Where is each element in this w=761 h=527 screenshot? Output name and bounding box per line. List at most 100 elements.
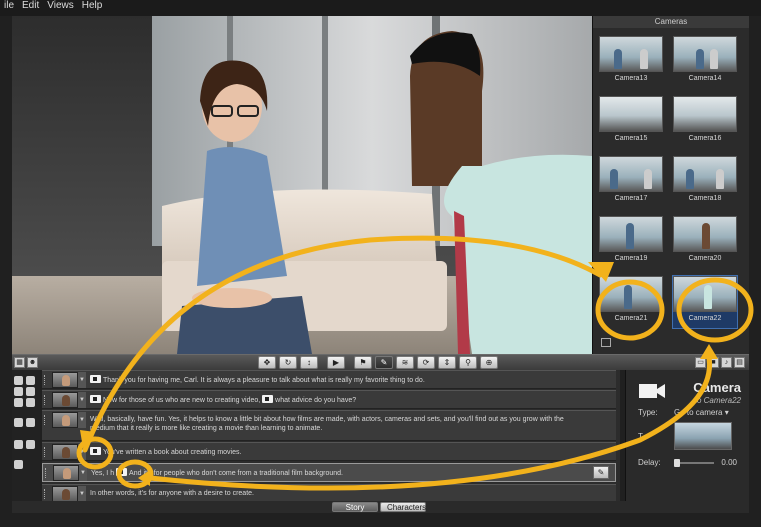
- drag-handle[interactable]: [44, 447, 47, 457]
- camera-insert-icon[interactable]: [26, 418, 35, 427]
- line-text[interactable]: Now for those of us who are new to creat…: [90, 395, 586, 405]
- story-line[interactable]: ▼ You've written a book about creating m…: [42, 442, 616, 461]
- camera-chip-icon[interactable]: [90, 447, 101, 455]
- story-line-selected[interactable]: ▼ Yes, I h And it's for people who don't…: [42, 463, 616, 482]
- pose-icon[interactable]: [26, 398, 35, 407]
- delay-slider-handle[interactable]: [674, 459, 680, 467]
- menu-edit[interactable]: Edit: [22, 0, 39, 12]
- story-line[interactable]: ▼ Thank you for having me, Carl. It is a…: [42, 370, 616, 389]
- camera-tile-13[interactable]: Camera13: [599, 36, 663, 88]
- characters-view-icon[interactable]: ☻: [27, 357, 38, 368]
- drag-handle[interactable]: [44, 415, 47, 425]
- camera-thumbnail: [599, 96, 663, 132]
- avatar[interactable]: [52, 412, 78, 428]
- play-icon[interactable]: ▶: [327, 356, 345, 369]
- camera-label: Camera13: [614, 75, 648, 82]
- pose-tool-icon[interactable]: ✎: [375, 356, 393, 369]
- edit-pencil-icon[interactable]: ✎: [593, 466, 609, 479]
- properties-title: Camera: [693, 380, 741, 395]
- walk-tool-icon[interactable]: ⚑: [354, 356, 372, 369]
- chevron-down-icon[interactable]: ▼: [78, 412, 86, 428]
- type-select-value: Go to camera: [674, 408, 723, 417]
- camera-chip-icon[interactable]: [90, 395, 101, 403]
- drag-handle[interactable]: [44, 395, 47, 405]
- gesture-icon[interactable]: [26, 376, 35, 385]
- move-tool-icon[interactable]: ✥: [258, 356, 276, 369]
- film-icon[interactable]: ▤: [734, 357, 745, 368]
- layout-icon[interactable]: ▭: [695, 357, 706, 368]
- delay-slider[interactable]: [674, 459, 714, 467]
- drag-handle[interactable]: [44, 489, 47, 499]
- broadcast-tool-icon[interactable]: ≋: [396, 356, 414, 369]
- camera-thumbnail: [673, 276, 737, 312]
- line-text[interactable]: In other words, it's for anyone with a d…: [90, 489, 586, 498]
- avatar[interactable]: [52, 372, 78, 388]
- chevron-down-icon[interactable]: ▼: [78, 372, 86, 388]
- camera-tile-17[interactable]: Camera17: [599, 156, 663, 208]
- camera-tile-15[interactable]: Camera15: [599, 96, 663, 148]
- camera-chip-icon[interactable]: [90, 375, 101, 383]
- camera-tile-21[interactable]: Camera21: [599, 276, 663, 328]
- menu-bar: ile Edit Views Help: [0, 0, 761, 16]
- chevron-down-icon[interactable]: ▼: [78, 392, 86, 408]
- menu-file[interactable]: ile: [4, 0, 14, 12]
- camera-chip-icon[interactable]: [116, 468, 128, 476]
- type-label: Type:: [638, 408, 658, 417]
- look-icon[interactable]: [14, 398, 23, 407]
- story-line[interactable]: ▼ Now for those of us who are new to cre…: [42, 390, 616, 409]
- face-icon[interactable]: [14, 387, 23, 396]
- camera-thumbnail: [673, 96, 737, 132]
- camera-tile-22[interactable]: Camera22: [672, 275, 738, 329]
- panel-menu-icon[interactable]: [601, 338, 611, 347]
- drag-handle[interactable]: [44, 375, 47, 385]
- zoom-tool-icon[interactable]: ⚲: [459, 356, 477, 369]
- line-text[interactable]: Well, basically, have fun. Yes, it helps…: [90, 415, 586, 433]
- delay-value: 0.00: [721, 458, 737, 467]
- dolly-tool-icon[interactable]: ⇕: [438, 356, 456, 369]
- line-text[interactable]: Yes, I h And it's for people who don't c…: [91, 468, 585, 478]
- scene-viewport[interactable]: [12, 16, 592, 354]
- zoom-fit-icon[interactable]: ⊕: [480, 356, 498, 369]
- camera-chip-icon[interactable]: [262, 395, 274, 403]
- target-camera-thumbnail[interactable]: [674, 422, 732, 450]
- tab-characters[interactable]: Characters: [380, 502, 426, 512]
- avatar[interactable]: [52, 392, 78, 408]
- avatar[interactable]: [52, 444, 78, 460]
- chevron-down-icon[interactable]: ▼: [79, 465, 87, 481]
- camera-thumbnail: [599, 216, 663, 252]
- avatar[interactable]: [52, 486, 78, 501]
- sound-icon[interactable]: [26, 440, 35, 449]
- rotate-tool-icon[interactable]: ↻: [279, 356, 297, 369]
- camera-tile-19[interactable]: Camera19: [599, 216, 663, 268]
- tab-story[interactable]: Story: [332, 502, 378, 512]
- line-text[interactable]: You've written a book about creating mov…: [90, 447, 586, 457]
- orbit-tool-icon[interactable]: ⟳: [417, 356, 435, 369]
- pause-icon[interactable]: [14, 460, 23, 469]
- camera-tile-16[interactable]: Camera16: [673, 96, 737, 148]
- camera-view-icon[interactable]: ■: [708, 357, 719, 368]
- camera-tile-20[interactable]: Camera20: [673, 216, 737, 268]
- chevron-down-icon[interactable]: ▼: [78, 444, 86, 460]
- camera-label: Camera22: [688, 315, 722, 322]
- drag-handle[interactable]: [45, 468, 48, 478]
- menu-help[interactable]: Help: [82, 0, 103, 12]
- camera-label: Camera20: [688, 255, 722, 262]
- story-line[interactable]: ▼ In other words, it's for anyone with a…: [42, 484, 616, 501]
- video-icon[interactable]: [14, 418, 23, 427]
- story-insert-palette: [12, 370, 40, 501]
- height-tool-icon[interactable]: ↕: [300, 356, 318, 369]
- line-text[interactable]: Thank you for having me, Carl. It is alw…: [90, 375, 586, 385]
- avatar[interactable]: [53, 465, 79, 481]
- music-icon[interactable]: [14, 440, 23, 449]
- smile-icon[interactable]: [14, 376, 23, 385]
- audio-icon[interactable]: ♪: [721, 357, 732, 368]
- camera-tile-18[interactable]: Camera18: [673, 156, 737, 208]
- camera-label: Camera21: [614, 315, 648, 322]
- grid-view-icon[interactable]: ▦: [14, 357, 25, 368]
- type-select[interactable]: Go to camera ▾: [674, 408, 738, 417]
- menu-views[interactable]: Views: [47, 0, 74, 12]
- walk-icon[interactable]: [26, 387, 35, 396]
- camera-tile-14[interactable]: Camera14: [673, 36, 737, 88]
- story-line[interactable]: ▼ Well, basically, have fun. Yes, it hel…: [42, 410, 616, 441]
- chevron-down-icon[interactable]: ▼: [78, 486, 86, 501]
